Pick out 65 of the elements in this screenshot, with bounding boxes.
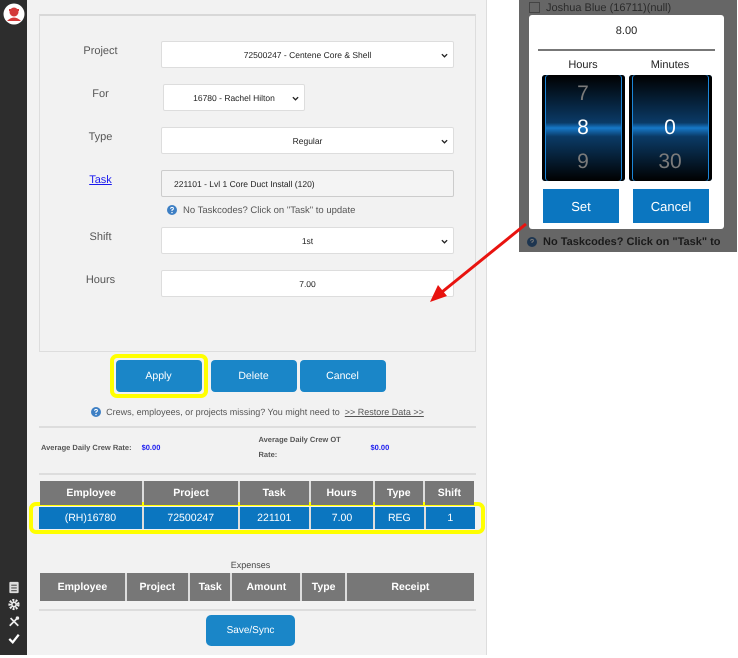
action-button[interactable]: Cancel xyxy=(300,360,386,392)
wheel-value: 7 xyxy=(577,82,589,106)
field-label: Hours xyxy=(86,274,116,286)
table-cell: 7.00 xyxy=(310,507,374,529)
table-cell: 221101 xyxy=(240,507,309,529)
field-label: Type xyxy=(88,131,112,143)
scroll-wheel[interactable]: 0 30 xyxy=(628,75,712,181)
table-cell: REG xyxy=(375,507,424,529)
column-header: Hours xyxy=(310,481,373,505)
picker-value: 8.00 xyxy=(614,25,638,39)
dropdown-field[interactable]: 72500247 - Centene Core & Shell xyxy=(161,41,454,68)
task-link[interactable]: Task xyxy=(89,174,112,186)
wheel-value: 30 xyxy=(658,150,682,174)
field-label: Project xyxy=(83,45,118,57)
input-field[interactable]: 7.00 xyxy=(161,270,454,297)
table-cell: 1 xyxy=(426,507,475,529)
employee-name: Joshua Blue (16711)(null) xyxy=(546,2,672,14)
field-label: Shift xyxy=(89,231,112,243)
caret-icon xyxy=(441,53,448,58)
dropdown-field[interactable]: Regular xyxy=(161,127,454,154)
restore-data-link[interactable]: >> Restore Data >> xyxy=(344,407,424,417)
action-button[interactable]: Apply xyxy=(116,360,202,392)
action-button[interactable]: Delete xyxy=(210,360,296,392)
settings-icon[interactable] xyxy=(8,598,20,611)
task-field[interactable]: 221101 - Lvl 1 Core Duct Install (120) xyxy=(161,170,454,197)
clipboard-icon[interactable] xyxy=(8,581,20,594)
logo-icon[interactable] xyxy=(2,3,24,25)
dropdown-field[interactable]: 16780 - Rachel Hilton xyxy=(163,84,305,111)
dialog-button[interactable]: Cancel xyxy=(633,189,709,223)
caret-icon xyxy=(441,239,448,244)
column-header: Task xyxy=(190,573,230,601)
save-sync-button[interactable]: Save/Sync xyxy=(206,615,295,646)
hint-text: No Taskcodes? Click on "Task" to xyxy=(543,236,721,248)
column-header: Employee xyxy=(40,573,125,601)
caret-icon xyxy=(292,96,299,101)
column-header: Type xyxy=(302,573,345,601)
column-header: Employee xyxy=(40,481,142,505)
wheel-value: 8 xyxy=(577,116,589,140)
scroll-wheel[interactable]: 7 8 9 xyxy=(542,75,624,181)
table-cell: (RH)16780 xyxy=(39,507,142,529)
wheel-value: 9 xyxy=(577,150,589,174)
wheel-value: 0 xyxy=(664,116,676,140)
tools-icon[interactable] xyxy=(8,615,20,628)
column-header: Amount xyxy=(232,573,300,601)
field-label: For xyxy=(92,88,109,100)
column-header: Receipt xyxy=(346,573,474,601)
dropdown-field[interactable]: 1st xyxy=(161,227,454,254)
table-row[interactable]: (RH)16780 72500247 221101 7.00 REG 1 xyxy=(39,507,475,529)
section-title: Expenses xyxy=(230,560,272,570)
column-header: Project xyxy=(144,481,238,505)
hint-text: Crews, employees, or projects missing? You might need to xyxy=(106,407,340,417)
help-icon xyxy=(167,205,177,215)
help-icon xyxy=(527,237,537,247)
column-header: Shift xyxy=(424,481,474,505)
help-icon xyxy=(91,407,102,417)
hint-text: No Taskcodes? Click on "Task" to update xyxy=(183,204,356,216)
dialog-button[interactable]: Set xyxy=(543,189,619,223)
column-header: Task xyxy=(240,481,309,505)
column-header: Type xyxy=(374,481,423,505)
caret-icon xyxy=(441,139,448,144)
column-label: Hours xyxy=(568,59,598,72)
column-header: Project xyxy=(126,573,188,601)
check-icon[interactable] xyxy=(8,632,20,645)
table-cell: 72500247 xyxy=(144,507,238,529)
column-label: Minutes xyxy=(650,59,690,72)
